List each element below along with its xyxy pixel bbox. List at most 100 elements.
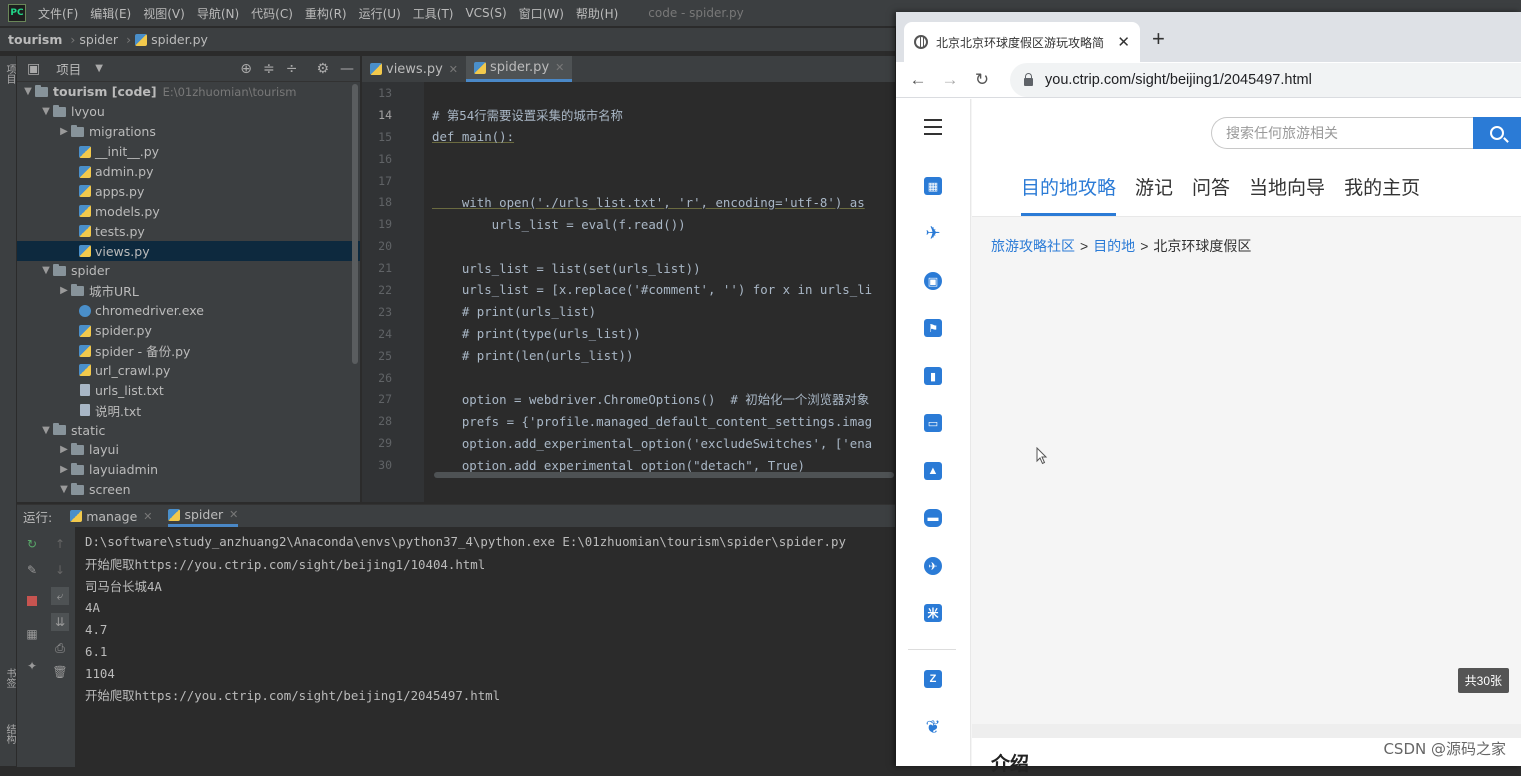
hamburger-menu-icon[interactable]	[924, 119, 942, 140]
menu-view[interactable]: 视图(V)	[143, 5, 185, 22]
chevron-down-icon[interactable]: ▼	[39, 106, 53, 117]
arrow-up-icon[interactable]: ↑	[51, 535, 69, 553]
search-input[interactable]: 搜索任何旅游相关	[1211, 117, 1475, 149]
breadcrumb-folder[interactable]: spider	[79, 32, 118, 47]
editor-horizontal-scrollbar[interactable]	[434, 472, 894, 478]
print-icon[interactable]: ⎙	[51, 639, 69, 657]
tree-item[interactable]: ▶ migrations	[17, 122, 360, 142]
menu-code[interactable]: 代码(C)	[251, 5, 293, 22]
bookmarks-tool-button[interactable]: 书签	[2, 668, 17, 688]
code-area[interactable]: 13 14 # 第54行需要设置采集的城市名称 15 def main(): 16 …	[362, 82, 895, 478]
breadcrumb-link-destination[interactable]: 目的地	[1093, 236, 1135, 256]
trash-icon[interactable]: 🗑	[51, 663, 69, 681]
bus-icon[interactable]: ▭	[921, 411, 945, 435]
globe-travel-icon[interactable]: ✈	[921, 554, 945, 578]
locate-file-icon[interactable]: ⊕	[240, 61, 252, 77]
z-app-icon[interactable]: Z	[921, 667, 945, 691]
chevron-down-icon[interactable]: ▼	[39, 425, 53, 436]
car-icon[interactable]: ▬	[921, 506, 945, 530]
menu-run[interactable]: 运行(U)	[359, 5, 401, 22]
tab-views-py[interactable]: views.py ✕	[362, 56, 466, 82]
gear-icon[interactable]: ⚙	[316, 61, 329, 77]
photo-icon[interactable]: ▲	[921, 459, 945, 483]
chevron-right-icon[interactable]: ▶	[57, 464, 71, 475]
tab-travelogue[interactable]: 游记	[1135, 173, 1173, 216]
tab-spider-py[interactable]: spider.py ✕	[466, 56, 573, 82]
tab-qa[interactable]: 问答	[1192, 173, 1230, 216]
structure-tool-button[interactable]: 结构	[2, 724, 17, 744]
project-scrollbar[interactable]	[352, 84, 358, 364]
back-arrow-icon[interactable]: ←	[902, 70, 934, 90]
tree-item[interactable]: 说明.txt	[17, 400, 360, 420]
close-icon[interactable]: ✕	[449, 63, 458, 76]
dolphin-icon[interactable]: ❦	[921, 715, 945, 739]
train-icon[interactable]: ▣	[921, 269, 945, 293]
address-bar[interactable]: you.ctrip.com/sight/beijing1/2045497.htm…	[1010, 62, 1521, 97]
chevron-down-icon[interactable]: ▼	[39, 265, 53, 276]
photo-count-badge[interactable]: 共30张	[1457, 668, 1509, 693]
layout-icon[interactable]: ▦	[23, 625, 41, 643]
tree-item[interactable]: ▶ layui	[17, 440, 360, 460]
tree-item[interactable]: spider - 备份.py	[17, 341, 360, 361]
chevron-right-icon[interactable]: ▶	[57, 444, 71, 455]
project-panel-title[interactable]: 项目	[56, 59, 81, 78]
tree-item[interactable]: ▼ lvyou	[17, 102, 360, 122]
chevron-right-icon[interactable]: ▶	[57, 126, 71, 137]
chevron-down-icon[interactable]: ▼	[21, 86, 35, 97]
expand-all-icon[interactable]: ≑	[263, 61, 275, 77]
chevron-down-icon[interactable]: ▼	[95, 63, 103, 74]
forward-arrow-icon[interactable]: →	[934, 70, 966, 90]
reload-icon[interactable]: ↻	[966, 70, 998, 90]
hotel-icon[interactable]: ▦	[921, 174, 945, 198]
food-icon[interactable]: 米	[921, 601, 945, 625]
run-tab-spider[interactable]: spider ✕	[168, 505, 239, 527]
tree-item[interactable]: urls_list.txt	[17, 380, 360, 400]
photo-gallery[interactable]: 共30张	[972, 274, 1521, 724]
close-icon[interactable]: ✕	[229, 508, 238, 521]
collapse-all-icon[interactable]: ÷	[286, 61, 298, 77]
tree-item[interactable]: chromedriver.exe	[17, 301, 360, 321]
tree-item[interactable]: spider.py	[17, 321, 360, 341]
menu-file[interactable]: 文件(F)	[38, 5, 78, 22]
search-button[interactable]	[1473, 117, 1521, 149]
tree-item[interactable]: ▼ spider	[17, 261, 360, 281]
stop-icon[interactable]	[23, 593, 41, 611]
pin-icon[interactable]: ✦	[23, 657, 41, 675]
breadcrumb-link-community[interactable]: 旅游攻略社区	[991, 236, 1075, 256]
hide-panel-icon[interactable]: —	[340, 61, 354, 77]
menu-refactor[interactable]: 重构(R)	[305, 5, 347, 22]
tab-local-guide[interactable]: 当地向导	[1249, 173, 1325, 216]
tree-item[interactable]: url_crawl.py	[17, 360, 360, 380]
attraction-ticket-icon[interactable]: ⚑	[921, 316, 945, 340]
tree-root[interactable]: ▼ tourism [code] E:\01zhuomian\tourism	[17, 82, 360, 102]
tab-destination-guide[interactable]: 目的地攻略	[1021, 173, 1117, 216]
tree-item[interactable]: apps.py	[17, 181, 360, 201]
tree-item[interactable]: __init__.py	[17, 142, 360, 162]
close-icon[interactable]: ✕	[1117, 33, 1130, 51]
chevron-down-icon[interactable]: ▼	[57, 484, 71, 495]
tree-item[interactable]: ▼ screen	[17, 480, 360, 500]
lock-icon[interactable]	[1024, 72, 1033, 86]
menu-window[interactable]: 窗口(W)	[519, 5, 564, 22]
menu-tools[interactable]: 工具(T)	[413, 5, 454, 22]
run-tab-manage[interactable]: manage ✕	[70, 505, 152, 527]
tree-item[interactable]: ▶ 城市URL	[17, 281, 360, 301]
close-icon[interactable]: ✕	[555, 61, 564, 74]
menu-navigate[interactable]: 导航(N)	[197, 5, 239, 22]
tree-item[interactable]: tests.py	[17, 221, 360, 241]
tree-item[interactable]: ▶ layuiadmin	[17, 460, 360, 480]
breadcrumb-project[interactable]: tourism	[8, 32, 62, 47]
console-output[interactable]: D:\software\study_anzhuang2\Anaconda\env…	[85, 531, 846, 706]
wrench-icon[interactable]: ✎	[23, 561, 41, 579]
guide-book-icon[interactable]: ▮	[921, 364, 945, 388]
arrow-down-icon[interactable]: ↓	[51, 561, 69, 579]
menu-help[interactable]: 帮助(H)	[576, 5, 618, 22]
menu-edit[interactable]: 编辑(E)	[90, 5, 131, 22]
menu-vcs[interactable]: VCS(S)	[465, 6, 506, 20]
tree-item[interactable]: models.py	[17, 201, 360, 221]
browser-tab[interactable]: 北京北京环球度假区游玩攻略简 ✕	[904, 22, 1140, 62]
rerun-icon[interactable]: ↻	[23, 535, 41, 553]
project-tool-button[interactable]: 项目	[2, 64, 17, 84]
tree-item-selected[interactable]: views.py	[17, 241, 360, 262]
tree-item[interactable]: admin.py	[17, 162, 360, 182]
